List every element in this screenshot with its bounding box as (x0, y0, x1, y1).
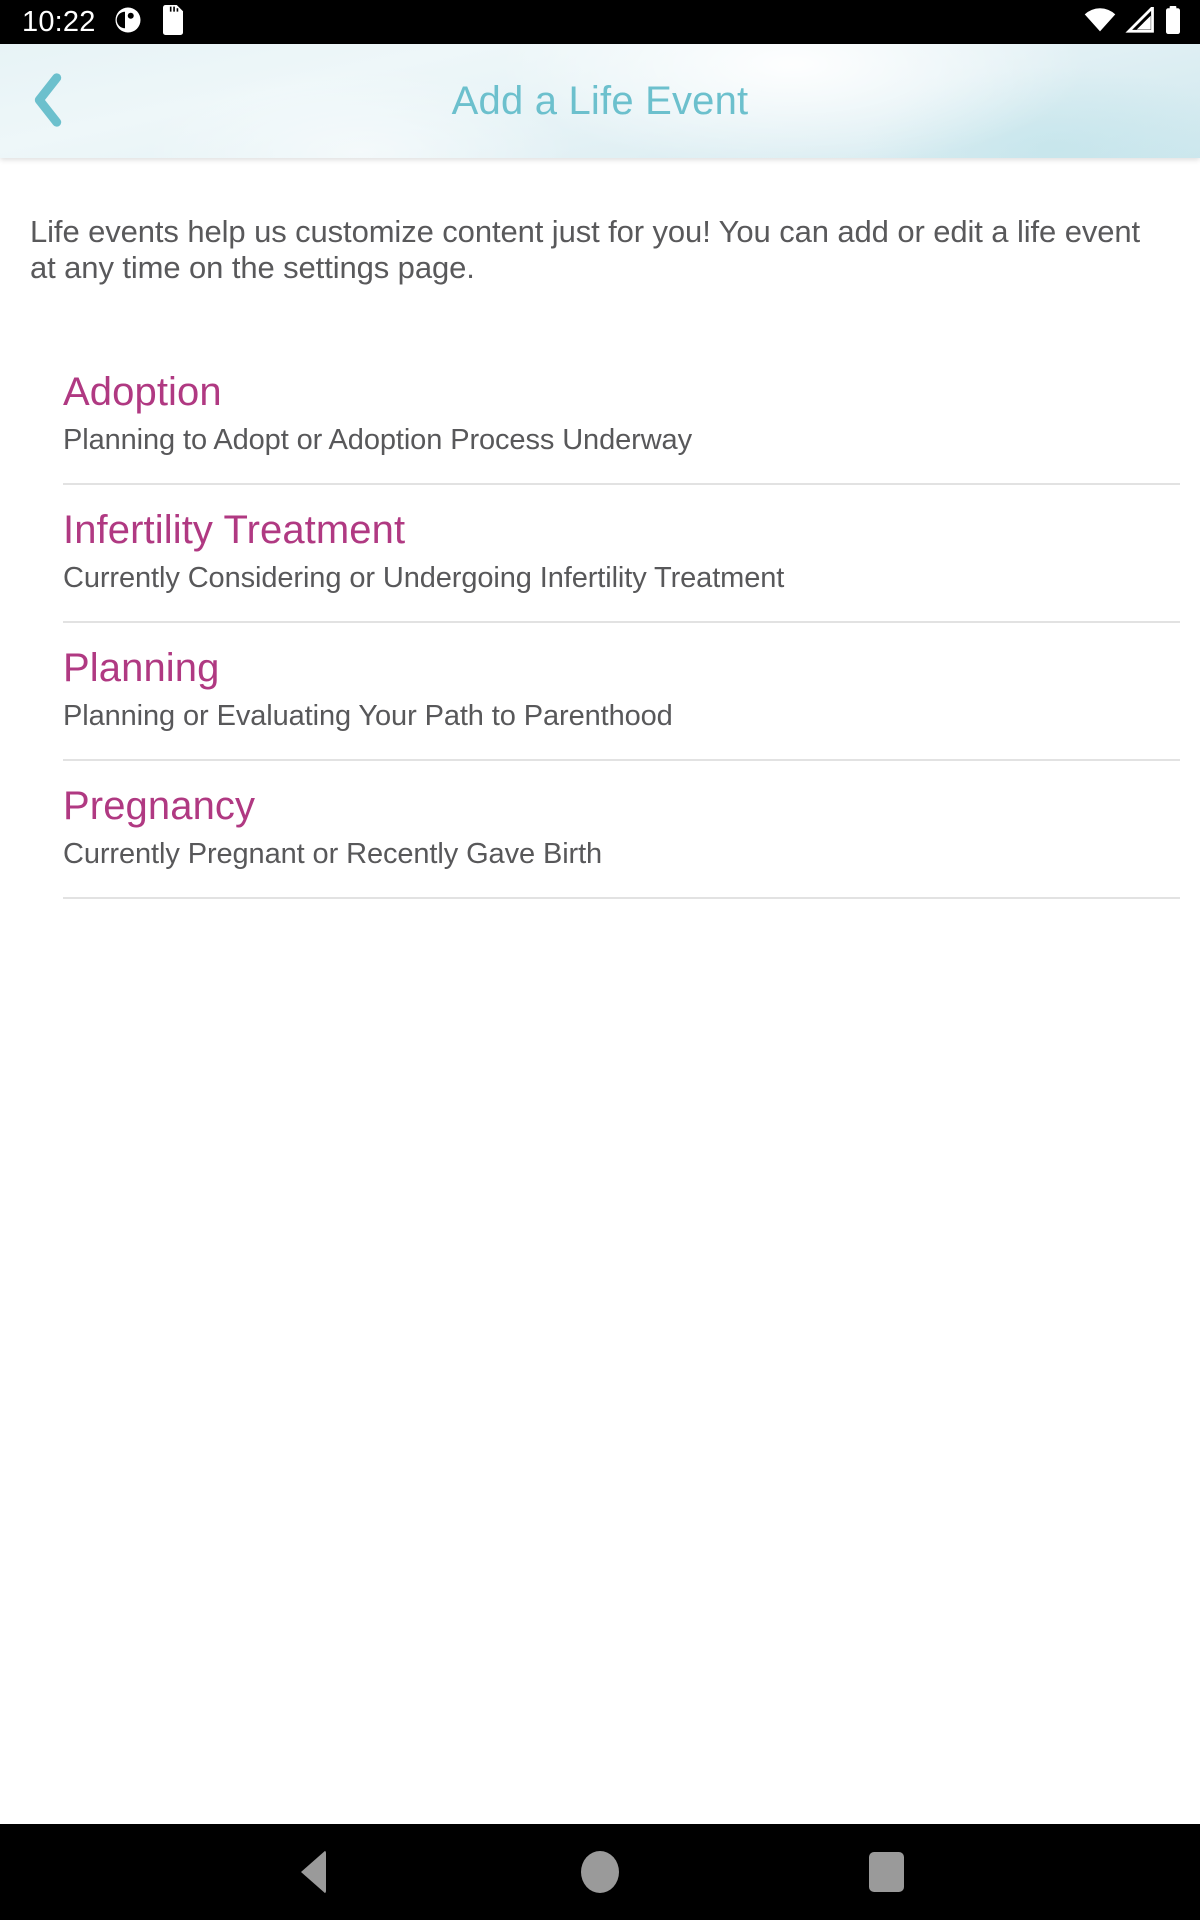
life-event-subtitle: Planning to Adopt or Adoption Process Un… (63, 423, 692, 456)
life-event-title: Adoption (63, 369, 222, 414)
nav-home-button[interactable] (555, 1824, 645, 1920)
android-navigation-bar (0, 1824, 1200, 1920)
cellular-signal-icon (1125, 3, 1155, 38)
life-event-subtitle: Currently Pregnant or Recently Gave Birt… (63, 837, 603, 870)
list-item-content: Infertility Treatment Currently Consider… (63, 485, 1180, 621)
battery-icon (1164, 5, 1182, 39)
header-back-button[interactable] (0, 44, 96, 158)
triangle-back-icon (300, 1850, 326, 1894)
square-recents-icon (869, 1852, 905, 1892)
life-event-title: Infertility Treatment (63, 507, 406, 552)
app-header: Add a Life Event (0, 44, 1200, 158)
circle-home-icon (580, 1851, 619, 1893)
wifi-icon (1084, 7, 1116, 38)
page-title: Add a Life Event (451, 79, 749, 123)
life-event-title: Pregnancy (63, 783, 256, 828)
life-event-title: Planning (63, 645, 220, 690)
nav-recents-button[interactable] (842, 1824, 932, 1920)
notification-circle-icon (113, 5, 143, 40)
life-event-option-planning[interactable]: Planning Planning or Evaluating Your Pat… (63, 623, 1180, 761)
nav-back-button[interactable] (268, 1824, 358, 1920)
list-item-content: Pregnancy Currently Pregnant or Recently… (63, 761, 1180, 897)
life-event-option-infertility-treatment[interactable]: Infertility Treatment Currently Consider… (63, 485, 1180, 623)
life-event-subtitle: Currently Considering or Undergoing Infe… (63, 561, 785, 594)
chevron-left-icon (31, 72, 65, 130)
sd-card-icon (160, 4, 186, 40)
life-event-subtitle: Planning or Evaluating Your Path to Pare… (63, 699, 673, 732)
status-bar-clock: 10:22 (22, 5, 96, 38)
intro-description: Life events help us customize content ju… (30, 214, 1141, 286)
main-content: Life events help us customize content ju… (0, 158, 1200, 1824)
life-event-list: Adoption Planning to Adopt or Adoption P… (0, 347, 1200, 899)
life-event-option-adoption[interactable]: Adoption Planning to Adopt or Adoption P… (63, 347, 1180, 485)
status-bar-right (1084, 3, 1184, 39)
app-screen: 10:22 Add a Life Event Life events help … (0, 0, 1200, 1920)
list-item-content: Adoption Planning to Adopt or Adoption P… (63, 347, 1180, 483)
list-item-content: Planning Planning or Evaluating Your Pat… (63, 623, 1180, 759)
status-bar: 10:22 (0, 0, 1200, 44)
status-bar-left: 10:22 (22, 4, 186, 40)
life-event-option-pregnancy[interactable]: Pregnancy Currently Pregnant or Recently… (63, 761, 1180, 899)
